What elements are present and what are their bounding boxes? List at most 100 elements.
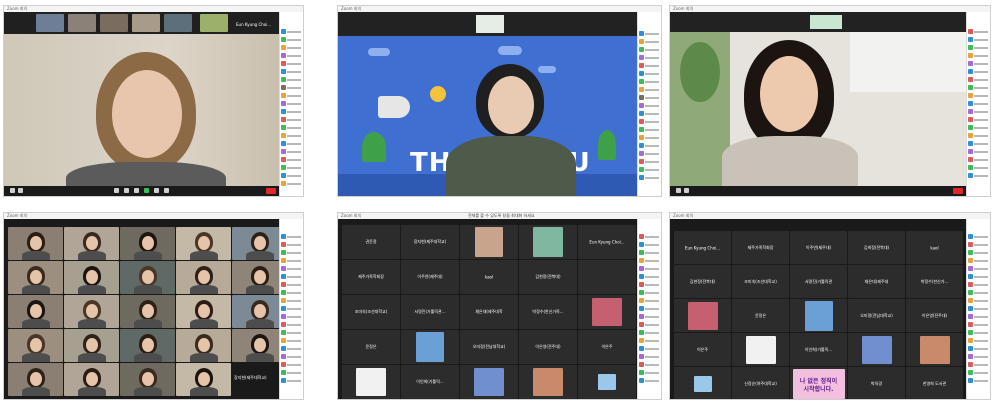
participant-list-item[interactable] (281, 241, 302, 247)
participant-list-item[interactable] (639, 353, 660, 359)
video-tile[interactable] (848, 333, 905, 366)
video-tile[interactable]: kaol (906, 231, 963, 264)
participant-list-item[interactable] (968, 44, 989, 50)
video-tile[interactable] (906, 333, 963, 366)
video-tile[interactable] (460, 225, 518, 259)
video-tile[interactable]: 김현정(전북대) (519, 260, 577, 294)
participant-list-item[interactable] (639, 70, 660, 76)
participant-list-item[interactable] (639, 54, 660, 60)
participant-list-item[interactable] (968, 148, 989, 154)
participant-list-item[interactable] (281, 337, 302, 343)
video-tile[interactable] (64, 295, 119, 328)
participant-list-item[interactable] (281, 257, 302, 263)
video-thumb[interactable] (68, 14, 96, 32)
participant-list-item[interactable] (281, 281, 302, 287)
participant-list-item[interactable] (639, 30, 660, 36)
participant-list-item[interactable] (281, 369, 302, 375)
participant-list-item[interactable] (639, 110, 660, 116)
participant-list-item[interactable] (281, 156, 302, 162)
participant-list-item[interactable] (968, 273, 989, 279)
participant-list-item[interactable] (968, 329, 989, 335)
participant-list-item[interactable] (639, 62, 660, 68)
video-tile[interactable] (64, 261, 119, 294)
participant-list-item[interactable] (968, 241, 989, 247)
participant-list-item[interactable] (968, 265, 989, 271)
video-tile[interactable]: 제주가족학회장 (342, 260, 400, 294)
participant-list-item[interactable] (639, 78, 660, 84)
window-controls[interactable] (645, 214, 659, 229)
participant-list-item[interactable] (639, 118, 660, 124)
video-tile[interactable] (8, 363, 63, 396)
participant-list-item[interactable] (968, 156, 989, 162)
window-controls[interactable] (287, 214, 301, 229)
participant-list-item[interactable] (639, 377, 660, 383)
video-thumb[interactable] (810, 15, 842, 29)
participant-list-item[interactable] (968, 345, 989, 351)
video-tile[interactable]: 박의경 (848, 367, 905, 399)
participant-list-item[interactable] (639, 329, 660, 335)
video-tile[interactable]: 이주연(제주대) (401, 260, 459, 294)
video-tile[interactable]: 신정순(여주대학교) (732, 367, 789, 399)
participant-list-item[interactable] (281, 289, 302, 295)
participant-list-item[interactable] (968, 36, 989, 42)
participant-list-item[interactable] (281, 273, 302, 279)
participant-list-item[interactable] (968, 76, 989, 82)
participant-list-item[interactable] (281, 28, 302, 34)
participant-list-item[interactable] (639, 142, 660, 148)
video-tile[interactable]: 김현정(전북대) (674, 265, 731, 298)
video-tile[interactable]: 조미숙(조선대학교) (732, 265, 789, 298)
participant-list-item[interactable] (639, 38, 660, 44)
participant-list-item[interactable] (968, 337, 989, 343)
video-tile[interactable]: 이인희(가톨릭... (401, 365, 459, 399)
video-tile[interactable] (176, 261, 231, 294)
participant-list-item[interactable] (968, 60, 989, 66)
video-camera-icon[interactable] (684, 188, 689, 193)
participant-list-item[interactable] (281, 140, 302, 146)
mic-icon[interactable] (676, 188, 681, 193)
video-tile[interactable] (64, 363, 119, 396)
participant-list-item[interactable] (639, 233, 660, 239)
video-tile[interactable] (460, 365, 518, 399)
participant-list-item[interactable] (968, 124, 989, 130)
participant-list-item[interactable] (281, 108, 302, 114)
participant-list-item[interactable] (639, 166, 660, 172)
participant-list-item[interactable] (968, 92, 989, 98)
participant-list-item[interactable] (639, 321, 660, 327)
video-tile[interactable] (232, 261, 279, 294)
video-tile[interactable]: kaol (460, 260, 518, 294)
participant-list-item[interactable] (639, 297, 660, 303)
video-tile[interactable] (232, 227, 279, 260)
video-tile[interactable] (8, 295, 63, 328)
participant-list-item[interactable] (968, 353, 989, 359)
video-tile[interactable]: 오미정(전남대학교) (848, 299, 905, 332)
video-tile[interactable]: 이주연(제주대) (790, 231, 847, 264)
participant-list-item[interactable] (281, 361, 302, 367)
video-tile[interactable] (732, 333, 789, 366)
participant-list-item[interactable] (281, 52, 302, 58)
video-tile[interactable] (176, 329, 231, 362)
participant-list-item[interactable] (281, 124, 302, 130)
participant-list-item[interactable] (968, 313, 989, 319)
video-tile[interactable]: Eun Kyung Choi... (578, 225, 636, 259)
video-tile[interactable]: 이은주 (578, 330, 636, 364)
participant-list-item[interactable] (968, 249, 989, 255)
video-tile[interactable]: 제주가족학회장 (732, 231, 789, 264)
window-controls[interactable] (974, 214, 988, 229)
video-thumb[interactable] (476, 15, 504, 33)
video-thumb[interactable] (164, 14, 192, 32)
participant-list-item[interactable] (281, 180, 302, 186)
participant-list-item[interactable] (281, 265, 302, 271)
participant-list-item[interactable] (968, 289, 989, 295)
end-meeting-button[interactable] (953, 188, 963, 194)
video-tile[interactable]: 박정수(한신가족... (519, 295, 577, 329)
video-tile[interactable] (342, 365, 400, 399)
security-icon[interactable] (114, 188, 119, 193)
share-screen-icon[interactable] (144, 188, 149, 193)
video-tile[interactable]: 이은영(전주대) (906, 299, 963, 332)
participant-list-item[interactable] (281, 313, 302, 319)
video-tile[interactable]: 윤정은 (732, 299, 789, 332)
participant-list-item[interactable] (968, 233, 989, 239)
video-tile[interactable] (790, 299, 847, 332)
participant-list-item[interactable] (281, 84, 302, 90)
video-tile[interactable] (64, 227, 119, 260)
